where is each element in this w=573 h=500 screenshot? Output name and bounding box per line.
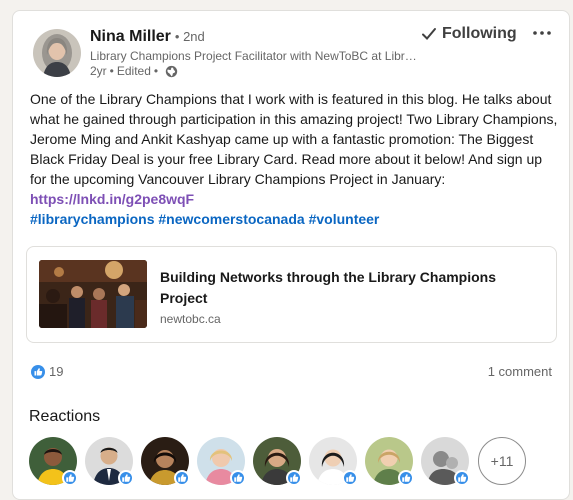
like-badge-icon [342, 470, 358, 486]
hashtag-volunteer[interactable]: #volunteer [309, 211, 380, 227]
reaction-count-value: 19 [49, 364, 64, 379]
author-name[interactable]: Nina Miller [90, 28, 171, 46]
more-reactors-button[interactable]: +11 [478, 437, 526, 485]
post-age: 2yr [90, 64, 107, 78]
reactions-heading: Reactions [29, 408, 101, 425]
reaction-count[interactable]: 19 [31, 364, 63, 379]
globe-icon [165, 65, 178, 77]
post-link[interactable]: https://lnkd.in/g2pe8wqF [30, 191, 194, 207]
preview-thumbnail [39, 260, 147, 328]
preview-domain: newtobc.ca [160, 312, 221, 326]
more-options-icon[interactable] [531, 23, 553, 43]
reactor-avatar[interactable] [197, 437, 246, 486]
reactor-avatar[interactable] [309, 437, 358, 486]
author-name-row: Nina Miller • 2nd [90, 28, 205, 46]
reactor-avatar[interactable] [141, 437, 190, 486]
hashtag-librarychampions[interactable]: #librarychampions [30, 211, 155, 227]
reactor-avatar[interactable] [365, 437, 414, 486]
post-body: One of the Library Champions that I work… [30, 91, 558, 187]
post-meta: 2yr • Edited • [90, 64, 178, 78]
edited-label: Edited [116, 64, 151, 78]
author-avatar[interactable] [33, 29, 81, 77]
following-label: Following [442, 25, 517, 42]
like-icon [31, 364, 45, 379]
connection-degree: • 2nd [174, 29, 205, 44]
following-button[interactable]: Following [421, 25, 517, 43]
reactor-avatar[interactable] [85, 437, 134, 486]
reactor-avatar[interactable] [253, 437, 302, 486]
like-badge-icon [286, 470, 302, 486]
meta-separator: • [153, 64, 159, 78]
like-badge-icon [62, 470, 78, 486]
author-headline: Library Champions Project Facilitator wi… [90, 49, 420, 63]
reactor-avatar[interactable] [29, 437, 78, 486]
like-badge-icon [230, 470, 246, 486]
post-text: One of the Library Champions that I work… [30, 89, 558, 229]
comment-count[interactable]: 1 comment [488, 364, 552, 379]
check-icon [422, 28, 436, 40]
post-card: Nina Miller • 2nd Library Champions Proj… [12, 10, 570, 500]
like-badge-icon [118, 470, 134, 486]
like-badge-icon [454, 470, 470, 486]
hashtag-newcomerstocanada[interactable]: #newcomerstocanada [158, 211, 304, 227]
meta-separator: • [109, 64, 114, 78]
reactor-avatar[interactable] [421, 437, 470, 486]
link-preview-card[interactable]: Building Networks through the Library Ch… [26, 246, 557, 343]
like-badge-icon [174, 470, 190, 486]
preview-title: Building Networks through the Library Ch… [160, 269, 497, 306]
like-badge-icon [398, 470, 414, 486]
